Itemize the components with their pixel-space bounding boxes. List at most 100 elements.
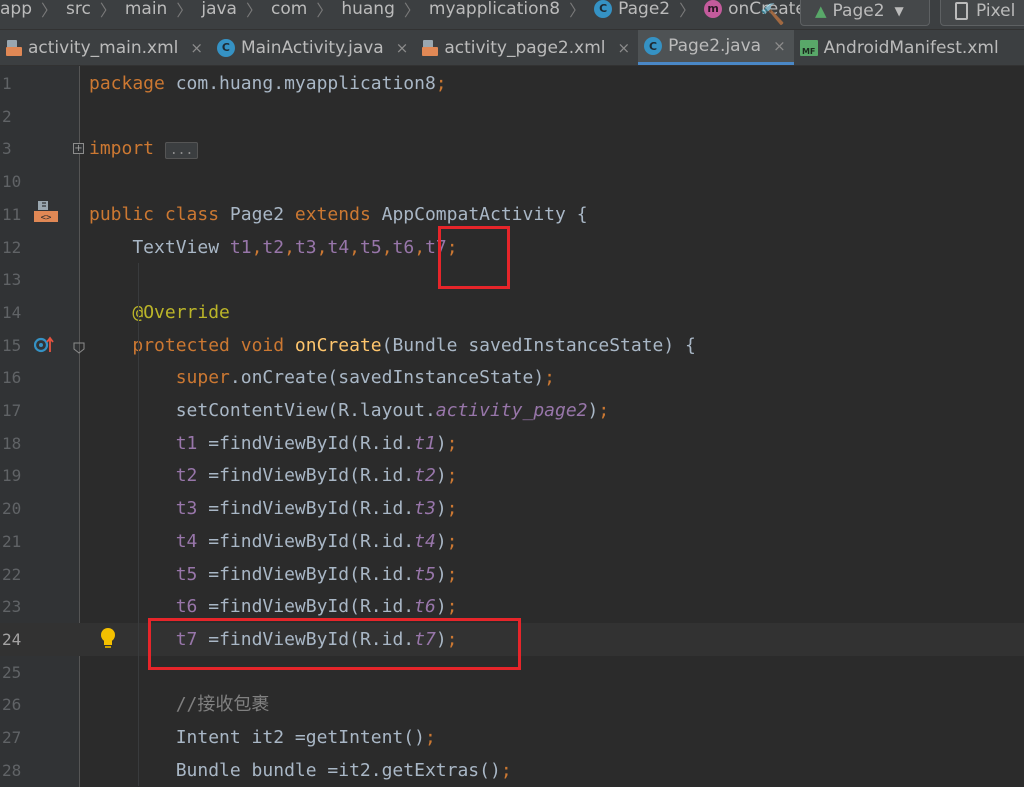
code-editor[interactable]: 1 package com.huang.myapplication8; 2 3 impo… (0, 66, 1024, 787)
code-token: Page2 (229, 203, 295, 225)
implemented-class-icon[interactable]: <> (34, 200, 60, 223)
code-line[interactable]: 11 public class Page2 extends AppCompatAc… (0, 198, 1024, 231)
code-token: ; (446, 498, 458, 520)
line-number: 15 (2, 335, 22, 355)
code-token: , (349, 236, 361, 258)
code-token: ; (598, 400, 610, 421)
android-run-icon: ▲ (815, 2, 827, 20)
line-number: 25 (2, 662, 22, 682)
breadcrumb-item-java[interactable]: java (201, 0, 237, 19)
code-token: extends (294, 203, 382, 225)
code-text: t3 =findViewById(R.id.t3); (89, 492, 458, 525)
device-selector[interactable]: Pixel (940, 0, 1024, 26)
code-token: super (175, 367, 230, 389)
line-number: 23 (2, 597, 22, 617)
folded-imports-button[interactable]: ... (164, 142, 199, 160)
tab-label: activity_main.xml (28, 37, 179, 58)
code-token: onCreate (294, 334, 382, 356)
code-token: ; (500, 759, 512, 781)
code-line[interactable]: 10 (0, 165, 1024, 198)
breadcrumb-item-class[interactable]: C Page2 (594, 0, 670, 19)
breadcrumb-item-src[interactable]: src (66, 0, 91, 19)
code-line[interactable]: 13 (0, 263, 1024, 296)
code-line[interactable]: 3 import ... (0, 132, 1024, 165)
code-token: Intent it2 =getIntent() (89, 727, 425, 748)
breadcrumb-item-myapplication8[interactable]: myapplication8 (429, 0, 560, 19)
code-line[interactable]: 18 t1 =findViewById(R.id.t1); (0, 427, 1024, 460)
code-line[interactable]: 19 t2 =findViewById(R.id.t2); (0, 459, 1024, 492)
code-line[interactable]: 27 Intent it2 =getIntent(); (0, 721, 1024, 754)
code-token: =findViewById(R.id. (197, 432, 415, 454)
fold-collapse-icon[interactable] (73, 339, 85, 354)
code-token: ; (446, 563, 458, 585)
tab-label: Page2.java (668, 36, 762, 56)
code-line[interactable]: 2 (0, 100, 1024, 133)
code-line[interactable]: 1 package com.huang.myapplication8; (0, 67, 1024, 100)
code-line[interactable]: 17 setContentView(R.layout.activity_page… (0, 394, 1024, 427)
fold-expand-icon[interactable]: + (73, 143, 84, 155)
code-text: t4 =findViewById(R.id.t4); (89, 525, 458, 558)
breadcrumb-separator: 〉 (176, 0, 193, 20)
chevron-down-icon: ▼ (894, 4, 904, 18)
lightbulb-icon[interactable] (98, 626, 118, 650)
tab-activity_main-xml[interactable]: activity_main.xml × (0, 30, 211, 65)
code-text: t5 =findViewById(R.id.t5); (89, 558, 458, 591)
manifest-file-icon: MF (799, 39, 818, 56)
breadcrumb-item-com[interactable]: com (271, 0, 307, 19)
code-token: =findViewById(R.id. (197, 465, 415, 487)
close-icon[interactable]: × (190, 39, 203, 57)
line-number: 10 (2, 172, 22, 192)
code-line[interactable]: 15 protected void onCreate(Bundle savedI… (0, 329, 1024, 362)
code-line[interactable]: 26 //接收包裹 (0, 688, 1024, 721)
breadcrumb-item-method[interactable]: m onCreate (704, 0, 806, 19)
code-token: import (89, 138, 165, 160)
editor-tab-bar: activity_main.xml × C MainActivity.java × act… (0, 30, 1024, 66)
code-token: .onCreate(savedInstanceState) (229, 367, 545, 389)
tab-page2-java[interactable]: C Page2.java × (638, 30, 794, 65)
code-line[interactable]: 22 t5 =findViewById(R.id.t5); (0, 558, 1024, 591)
code-token: t3 (175, 498, 198, 520)
code-token: t6 (414, 596, 436, 618)
code-token: ) (435, 596, 447, 618)
code-token: t2 (175, 465, 198, 487)
run-configuration-label: Page2 (832, 1, 885, 21)
close-icon[interactable]: × (773, 37, 786, 55)
breadcrumb-item-huang[interactable]: huang (341, 0, 395, 19)
code-line[interactable]: 28 Bundle bundle =it2.getExtras(); (0, 754, 1024, 787)
breadcrumb-item-app[interactable]: app (0, 0, 32, 19)
code-token: t4 (175, 530, 198, 552)
code-line[interactable]: 16 super.onCreate(savedInstanceState); (0, 361, 1024, 394)
code-line[interactable]: 14 @Override (0, 296, 1024, 329)
code-line[interactable]: 20 t3 =findViewById(R.id.t3); (0, 492, 1024, 525)
tab-mainactivity-java[interactable]: C MainActivity.java × (211, 30, 416, 65)
code-token: ; (446, 432, 458, 454)
close-icon[interactable]: × (618, 39, 631, 57)
line-number: 28 (2, 760, 22, 780)
code-token: t1 (229, 236, 252, 258)
code-token: ) (435, 432, 447, 454)
tab-androidmanifest-xml[interactable]: MF AndroidManifest.xml (794, 30, 1007, 65)
line-number: 17 (2, 401, 22, 420)
code-token: =findViewById(R.id. (197, 596, 415, 618)
tab-activity_page2-xml[interactable]: activity_page2.xml × (416, 30, 638, 65)
override-method-icon[interactable] (33, 335, 54, 355)
run-configuration-dropdown[interactable]: ▲ Page2 ▼ (800, 0, 930, 26)
code-line[interactable]: 12 TextView t1,t2,t3,t4,t5,t6,t7; (0, 231, 1024, 264)
java-class-icon: C (644, 37, 663, 55)
line-number: 19 (2, 466, 22, 486)
close-icon[interactable]: × (396, 39, 409, 57)
code-text: TextView t1,t2,t3,t4,t5,t6,t7; (89, 231, 457, 264)
hammer-build-icon[interactable]: 🔨 (760, 2, 785, 26)
breadcrumb-item-main[interactable]: main (125, 0, 167, 19)
code-token: t2 (262, 236, 285, 258)
code-line[interactable]: 21 t4 =findViewById(R.id.t4); (0, 525, 1024, 558)
line-number: 13 (2, 270, 22, 290)
code-token: t4 (327, 236, 350, 258)
code-token: t1 (414, 432, 436, 454)
code-token: ; (446, 530, 458, 552)
